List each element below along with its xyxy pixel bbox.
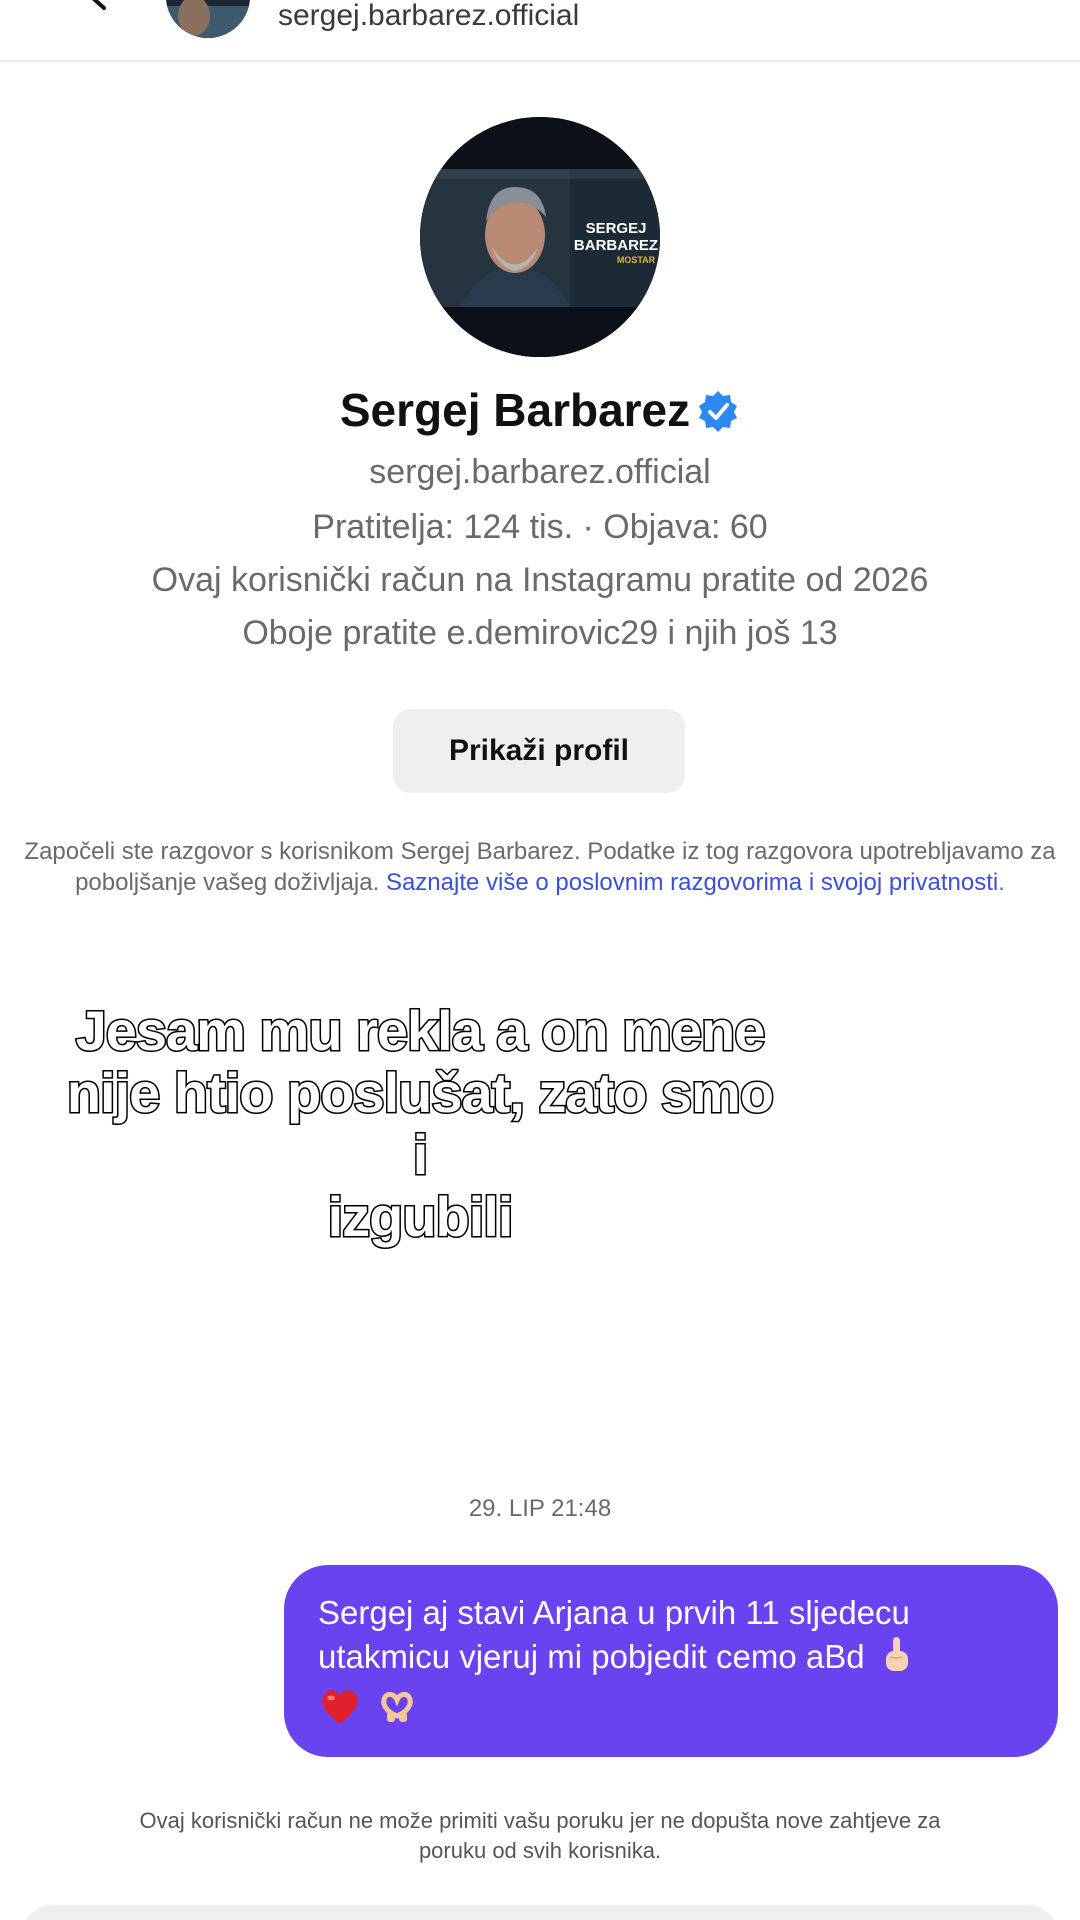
video-caption-overlay: Jesam mu rekla a on mene nije htio poslu… [60, 998, 780, 1249]
sent-message-bubble[interactable]: Sergej aj stavi Arjana u prvih 11 sljede… [284, 1565, 1058, 1757]
profile-stats: Pratitelja: 124 tis. · Objava: 60 [312, 508, 768, 546]
message-composer[interactable] [22, 1905, 1058, 1920]
view-profile-button[interactable]: Prikaži profil [393, 709, 685, 793]
following-since-text: Ovaj korisnički račun na Instagramu prat… [151, 561, 929, 599]
disclaimer-end: . [998, 869, 1005, 896]
avatar-text-line3: MOSTAR [617, 255, 656, 265]
dm-thread-screen: sergej.barbarez.official SERGEJ BARBAREZ… [0, 0, 1080, 1920]
avatar-text-line1: SERGEJ [586, 220, 647, 237]
message-timestamp: 29. LIP 21:48 [468, 1495, 612, 1522]
mutual-followers-text[interactable]: Oboje pratite e.demirovic29 i njih još 1… [0, 613, 1080, 653]
thread-header: sergej.barbarez.official [0, 0, 1080, 62]
heart-hands-emoji-icon [377, 1686, 417, 1737]
back-arrow-icon[interactable] [78, 0, 118, 18]
header-username[interactable]: sergej.barbarez.official [278, 0, 579, 32]
profile-avatar[interactable]: SERGEJ BARBAREZ MOSTAR [420, 117, 660, 357]
red-heart-emoji-icon [318, 1686, 362, 1737]
pointing-up-emoji-icon [882, 1635, 912, 1686]
profile-name: Sergej Barbarez [339, 384, 691, 436]
caption-line-3: izgubili [326, 1184, 515, 1249]
message-emoji-row [318, 1686, 417, 1730]
business-chat-disclaimer: Započeli ste razgovor s korisnikom Serge… [20, 836, 1060, 898]
cannot-receive-message-note: Ovaj korisnički račun ne može primiti va… [139, 1808, 941, 1863]
profile-name-row: Sergej Barbarez [0, 382, 1080, 438]
verified-badge-icon [696, 389, 740, 433]
caption-line-1: Jesam mu rekla a on mene [74, 998, 767, 1063]
header-avatar[interactable] [166, 0, 250, 38]
caption-line-2: nije htio poslušat, zato smo i [65, 1060, 775, 1187]
avatar-text-line2: BARBAREZ [574, 237, 658, 254]
message-text: Sergej aj stavi Arjana u prvih 11 sljede… [318, 1594, 910, 1675]
privacy-learn-more-link[interactable]: Saznajte više o poslovnim razgovorima i … [386, 869, 998, 896]
profile-username: sergej.barbarez.official [369, 453, 711, 491]
